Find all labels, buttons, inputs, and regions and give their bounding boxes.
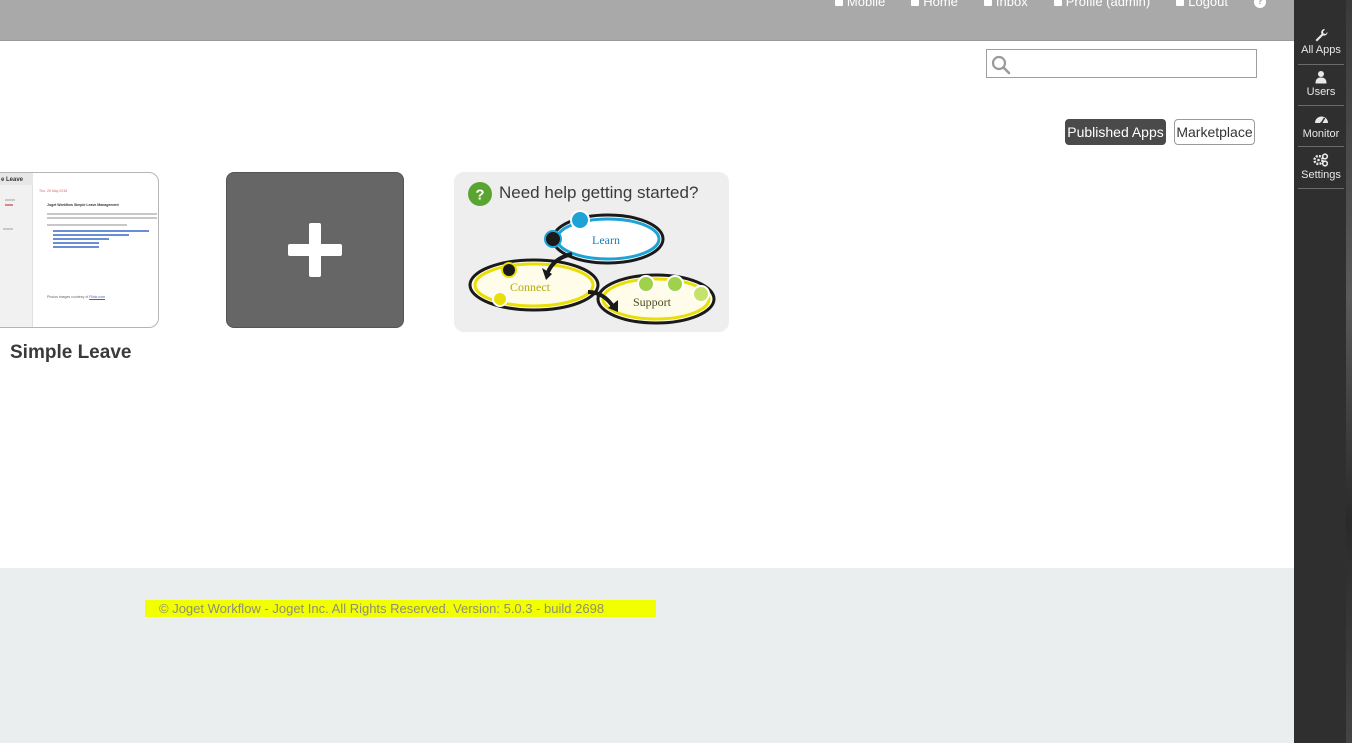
search-input[interactable] bbox=[1013, 52, 1251, 75]
sidebar-item-all-apps[interactable]: All Apps bbox=[1298, 24, 1344, 64]
nav-inbox[interactable]: Inbox bbox=[983, 0, 1028, 9]
thumbnail-heading: Joget Workflow Simple Leave Management bbox=[47, 203, 119, 207]
sidebar-edge bbox=[1346, 0, 1352, 743]
right-sidebar: All Apps Users Monitor Settings bbox=[1294, 0, 1352, 743]
top-navigation: Mobile Home Inbox Profile (admin) Logout… bbox=[834, 0, 1266, 9]
inbox-icon bbox=[983, 0, 992, 6]
profile-icon bbox=[1053, 0, 1062, 6]
search-box bbox=[986, 49, 1257, 78]
app-title-simple-leave[interactable]: Simple Leave bbox=[10, 342, 131, 364]
tab-published-apps[interactable]: Published Apps bbox=[1065, 119, 1166, 145]
sidebar-item-users[interactable]: Users bbox=[1298, 66, 1344, 106]
thumbnail-line bbox=[47, 217, 157, 219]
support-label: Support bbox=[633, 295, 672, 309]
add-app-button[interactable] bbox=[226, 172, 404, 328]
home-icon bbox=[911, 0, 920, 6]
logout-icon bbox=[1176, 0, 1185, 6]
app-card-simple-leave[interactable]: e Leave Thu, 25 May 2016 Joget Workflow … bbox=[0, 172, 159, 328]
thumbnail-link bbox=[53, 242, 99, 244]
mobile-icon bbox=[834, 0, 843, 6]
footer bbox=[0, 568, 1294, 743]
sidebar-divider bbox=[1298, 64, 1344, 65]
help-card-title: Need help getting started? bbox=[499, 183, 699, 202]
thumbnail-line bbox=[47, 213, 157, 215]
tab-marketplace[interactable]: Marketplace bbox=[1174, 119, 1255, 145]
dashboard-icon bbox=[1314, 116, 1328, 125]
nav-help[interactable]: ? bbox=[1254, 0, 1266, 8]
footer-copyright: © Joget Workflow - Joget Inc. All Rights… bbox=[145, 600, 656, 617]
gears-icon bbox=[1313, 153, 1329, 167]
sidebar-divider bbox=[1298, 105, 1344, 106]
nav-mobile[interactable]: Mobile bbox=[834, 0, 885, 9]
connect-label: Connect bbox=[510, 280, 550, 294]
sidebar-divider bbox=[1298, 146, 1344, 147]
thumbnail-line bbox=[5, 204, 13, 206]
wrench-icon bbox=[1315, 29, 1328, 42]
sidebar-item-settings[interactable]: Settings bbox=[1298, 149, 1344, 189]
thumbnail-line bbox=[5, 199, 15, 201]
thumbnail-link bbox=[53, 234, 129, 236]
help-icon: ? bbox=[1254, 0, 1266, 8]
svg-text:?: ? bbox=[475, 187, 484, 204]
thumbnail-link bbox=[53, 238, 109, 240]
search-icon bbox=[991, 55, 1011, 75]
nav-home[interactable]: Home bbox=[911, 0, 958, 9]
thumbnail-sidebar bbox=[0, 173, 33, 327]
thumbnail-link bbox=[53, 246, 99, 248]
thumbnail-date: Thu, 25 May 2016 bbox=[39, 189, 68, 193]
nav-profile[interactable]: Profile (admin) bbox=[1053, 0, 1150, 9]
thumbnail-line bbox=[3, 228, 13, 230]
thumbnail-title: e Leave bbox=[1, 177, 24, 183]
sidebar-divider bbox=[1298, 188, 1344, 189]
plus-icon bbox=[288, 223, 342, 277]
thumbnail-link bbox=[53, 230, 149, 232]
sidebar-item-monitor[interactable]: Monitor bbox=[1298, 108, 1344, 148]
nav-logout[interactable]: Logout bbox=[1176, 0, 1228, 9]
thumbnail-line bbox=[47, 224, 127, 226]
learn-label: Learn bbox=[592, 233, 620, 247]
top-bar: Mobile Home Inbox Profile (admin) Logout… bbox=[0, 0, 1294, 41]
thumbnail-footer: Photos images courtesy of Flickr.com bbox=[47, 295, 105, 299]
user-icon bbox=[1315, 71, 1327, 84]
